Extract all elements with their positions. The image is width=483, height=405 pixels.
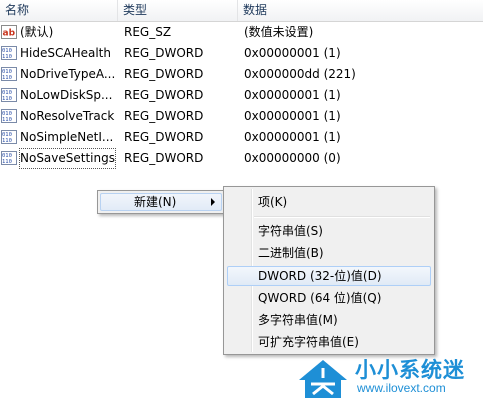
table-row[interactable]: ab (默认) REG_SZ (数值未设置) bbox=[0, 22, 483, 43]
table-row[interactable]: 010 110 NoSimpleNetI... REG_DWORD 0x0000… bbox=[0, 127, 483, 148]
value-name-cell: 010 110 NoResolveTrack bbox=[1, 106, 117, 127]
menu-item-key[interactable]: 项(K) bbox=[227, 192, 431, 212]
value-name-cell: ab (默认) bbox=[1, 22, 117, 43]
value-name-cell: 010 110 HideSCAHealth bbox=[1, 43, 117, 64]
menu-item-expandable-string-value[interactable]: 可扩充字符串值(E) bbox=[227, 332, 431, 352]
value-type: REG_DWORD bbox=[124, 151, 204, 165]
watermark-logo-icon bbox=[299, 360, 347, 398]
menu-item-binary-value-label: 二进制值(B) bbox=[258, 246, 324, 260]
value-type: REG_DWORD bbox=[124, 109, 204, 123]
menu-item-dword-value-label: DWORD (32-位)值(D) bbox=[258, 269, 382, 283]
menu-item-dword-value[interactable]: DWORD (32-位)值(D) bbox=[227, 266, 431, 286]
svg-text:110: 110 bbox=[2, 96, 12, 102]
column-header-data[interactable]: 数据 bbox=[238, 0, 483, 21]
dword-value-icon: 010 110 bbox=[1, 87, 17, 102]
value-data: 0x00000001 (1) bbox=[244, 109, 341, 123]
menu-item-key-label: 项(K) bbox=[258, 195, 288, 209]
value-data: (数值未设置) bbox=[244, 25, 314, 39]
menu-item-multi-string-value-label: 多字符串值(M) bbox=[258, 313, 338, 327]
value-data: 0x00000001 (1) bbox=[244, 130, 341, 144]
svg-text:ab: ab bbox=[3, 28, 16, 38]
watermark-url: www.ilovext.com bbox=[357, 381, 446, 395]
value-name-cell: 010 110 NoSimpleNetI... bbox=[1, 127, 117, 148]
svg-text:110: 110 bbox=[2, 54, 12, 60]
column-header: 名称 类型 数据 bbox=[0, 0, 483, 22]
value-name: NoDriveTypeA... bbox=[20, 67, 116, 81]
value-data: 0x00000001 (1) bbox=[244, 46, 341, 60]
menu-item-binary-value[interactable]: 二进制值(B) bbox=[227, 243, 431, 263]
dword-value-icon: 010 110 bbox=[1, 45, 17, 60]
menu-item-new[interactable]: 新建(N) bbox=[100, 193, 222, 211]
column-header-name[interactable]: 名称 bbox=[0, 0, 118, 21]
value-name-cell: 010 110 NoDriveTypeA... bbox=[1, 64, 117, 85]
context-menu: 新建(N) bbox=[97, 190, 225, 214]
menu-item-new-label: 新建(N) bbox=[134, 195, 177, 209]
menu-item-qword-value-label: QWORD (64 位)值(Q) bbox=[258, 291, 382, 305]
value-name-cell: 010 110 NoLowDiskSp... bbox=[1, 85, 117, 106]
table-row[interactable]: 010 110 NoLowDiskSp... REG_DWORD 0x00000… bbox=[0, 85, 483, 106]
value-name: NoSaveSettings bbox=[19, 148, 116, 169]
value-type: REG_DWORD bbox=[124, 46, 204, 60]
watermark-title: 小小系统迷 bbox=[355, 358, 465, 382]
value-type: REG_DWORD bbox=[124, 67, 204, 81]
table-row[interactable]: 010 110 NoResolveTrack REG_DWORD 0x00000… bbox=[0, 106, 483, 127]
value-data: 0x000000dd (221) bbox=[244, 67, 356, 81]
value-name: NoLowDiskSp... bbox=[20, 88, 113, 102]
column-header-type[interactable]: 类型 bbox=[118, 0, 238, 21]
menu-separator bbox=[254, 216, 430, 218]
value-type: REG_DWORD bbox=[124, 88, 204, 102]
value-name: HideSCAHealth bbox=[20, 46, 111, 60]
value-type: REG_DWORD bbox=[124, 130, 204, 144]
new-submenu: 项(K) 字符串值(S) 二进制值(B) DWORD (32-位)值(D) QW… bbox=[223, 186, 435, 355]
value-data: 0x00000001 (1) bbox=[244, 88, 341, 102]
menu-item-qword-value[interactable]: QWORD (64 位)值(Q) bbox=[227, 288, 431, 308]
dword-value-icon: 010 110 bbox=[1, 66, 17, 81]
svg-text:110: 110 bbox=[2, 159, 12, 165]
string-value-icon: ab bbox=[1, 24, 17, 39]
svg-text:110: 110 bbox=[2, 75, 12, 81]
value-name: NoResolveTrack bbox=[20, 109, 115, 123]
value-type: REG_SZ bbox=[124, 25, 172, 39]
dword-value-icon: 010 110 bbox=[1, 108, 17, 123]
dword-value-icon: 010 110 bbox=[1, 150, 17, 165]
svg-text:110: 110 bbox=[2, 138, 12, 144]
table-row[interactable]: 010 110 HideSCAHealth REG_DWORD 0x000000… bbox=[0, 43, 483, 64]
menu-item-string-value[interactable]: 字符串值(S) bbox=[227, 221, 431, 241]
submenu-arrow-icon bbox=[211, 198, 215, 206]
value-name-cell: 010 110 NoSaveSettings bbox=[1, 148, 117, 169]
table-row[interactable]: 010 110 NoDriveTypeA... REG_DWORD 0x0000… bbox=[0, 64, 483, 85]
value-name: (默认) bbox=[20, 25, 54, 39]
svg-text:110: 110 bbox=[2, 117, 12, 123]
table-row[interactable]: 010 110 NoSaveSettings REG_DWORD 0x00000… bbox=[0, 148, 483, 169]
menu-item-multi-string-value[interactable]: 多字符串值(M) bbox=[227, 310, 431, 330]
menu-item-string-value-label: 字符串值(S) bbox=[258, 224, 323, 238]
menu-item-expandable-string-value-label: 可扩充字符串值(E) bbox=[258, 335, 359, 349]
dword-value-icon: 010 110 bbox=[1, 129, 17, 144]
value-data: 0x00000000 (0) bbox=[244, 151, 341, 165]
value-name: NoSimpleNetI... bbox=[20, 130, 114, 144]
